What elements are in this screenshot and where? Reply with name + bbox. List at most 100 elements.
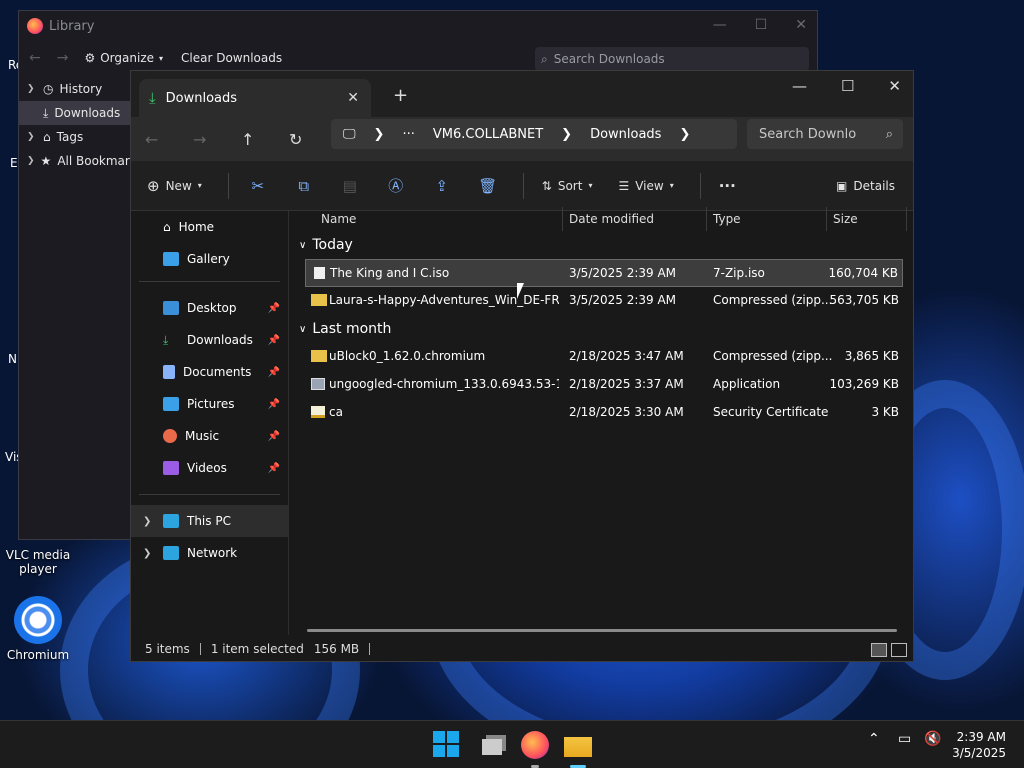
- document-icon: [163, 365, 175, 379]
- chevron-right-icon[interactable]: ❯: [27, 84, 37, 94]
- column-header-date[interactable]: Date modified: [569, 212, 654, 226]
- pin-icon[interactable]: 📌: [268, 367, 280, 378]
- chevron-right-icon[interactable]: ❯: [27, 132, 37, 142]
- search-icon: ⌕: [541, 51, 548, 66]
- nav-item-gallery[interactable]: Gallery: [131, 243, 288, 275]
- maximize-icon[interactable]: ☐: [841, 77, 854, 95]
- details-button[interactable]: ▣ Details: [836, 179, 895, 193]
- horizontal-scrollbar[interactable]: [307, 629, 897, 632]
- minimize-icon[interactable]: —: [792, 77, 807, 95]
- tiles-view-icon[interactable]: [891, 643, 907, 657]
- cut-icon[interactable]: ✂: [247, 177, 269, 195]
- maximize-icon[interactable]: ☐: [755, 17, 768, 33]
- desktop-icon-vlc[interactable]: VLC media player: [0, 548, 76, 576]
- nav-item-network[interactable]: ❯ Network: [131, 537, 288, 569]
- pin-icon[interactable]: 📌: [268, 399, 280, 410]
- pin-icon[interactable]: 📌: [268, 335, 280, 346]
- back-arrow-icon[interactable]: ←: [145, 130, 193, 149]
- nav-item-pictures[interactable]: Pictures 📌: [131, 388, 288, 420]
- volume-icon[interactable]: 🔇: [924, 731, 941, 747]
- nav-item-desktop[interactable]: Desktop 📌: [131, 292, 288, 324]
- paste-icon[interactable]: ▤: [339, 177, 361, 195]
- nav-item-documents[interactable]: Documents 📌: [131, 356, 288, 388]
- certificate-icon: [311, 406, 325, 418]
- chromium-icon: [14, 596, 62, 644]
- status-item-count: 5 items: [145, 642, 190, 656]
- close-tab-icon[interactable]: ✕: [347, 90, 359, 106]
- tab-downloads[interactable]: ⤓ Downloads ✕: [139, 79, 371, 117]
- close-icon[interactable]: ✕: [795, 17, 807, 33]
- clear-downloads-button[interactable]: Clear Downloads: [181, 51, 282, 65]
- library-search-input[interactable]: ⌕ Search Downloads: [535, 47, 809, 71]
- chevron-right-icon[interactable]: ❯: [143, 548, 151, 559]
- table-row[interactable]: ungoogled-chromium_133.0.6943.53-1.1... …: [291, 371, 913, 399]
- nav-item-downloads[interactable]: ⤓ Downloads 📌: [131, 324, 288, 356]
- chevron-up-icon[interactable]: ⌃: [868, 731, 880, 747]
- sidebar-item-history[interactable]: ❯ ◷ History: [19, 77, 131, 101]
- view-button[interactable]: ☰ View ▾: [618, 179, 673, 193]
- file-explorer-icon[interactable]: [564, 731, 592, 759]
- share-icon[interactable]: ⇪: [431, 177, 453, 195]
- details-view-icon[interactable]: [871, 643, 887, 657]
- table-row[interactable]: The King and I C.iso 3/5/2025 2:39 AM 7-…: [305, 259, 903, 287]
- column-header-name[interactable]: Name: [321, 212, 356, 226]
- sort-button[interactable]: ⇅ Sort ▾: [542, 179, 593, 193]
- desktop-icon-chromium[interactable]: Chromium: [0, 596, 76, 662]
- back-arrow-icon[interactable]: ←: [29, 50, 41, 66]
- chevron-right-icon[interactable]: ❯: [143, 516, 151, 527]
- column-header-type[interactable]: Type: [713, 212, 741, 226]
- column-header-size[interactable]: Size: [833, 212, 858, 226]
- delete-icon[interactable]: 🗑: [477, 177, 499, 195]
- file-date: 2/18/2025 3:37 AM: [569, 377, 684, 391]
- chevron-right-icon[interactable]: ❯: [374, 127, 385, 142]
- forward-arrow-icon[interactable]: →: [57, 50, 69, 66]
- address-bar[interactable]: 🖵 ❯ ··· VM6.COLLABNET ❯ Downloads ❯: [331, 119, 737, 149]
- organize-button[interactable]: ⚙ Organize ▾: [84, 51, 163, 65]
- pin-icon[interactable]: 📌: [268, 431, 280, 442]
- new-tab-icon[interactable]: +: [393, 85, 408, 106]
- nav-item-this-pc[interactable]: ❯ This PC: [131, 505, 288, 537]
- new-button[interactable]: ⊕ New ▾: [147, 177, 202, 195]
- chevron-right-icon[interactable]: ❯: [679, 127, 690, 142]
- group-header[interactable]: ∨ Today: [291, 231, 913, 259]
- application-icon: [311, 378, 325, 390]
- breadcrumb-host[interactable]: VM6.COLLABNET: [433, 127, 543, 142]
- rename-icon[interactable]: Ⓐ: [385, 175, 407, 196]
- pin-icon[interactable]: 📌: [268, 463, 280, 474]
- task-view-icon[interactable]: [478, 731, 506, 759]
- table-row[interactable]: uBlock0_1.62.0.chromium 2/18/2025 3:47 A…: [291, 343, 913, 371]
- network-icon: [163, 546, 179, 560]
- nav-item-label: Downloads: [187, 333, 253, 347]
- minimize-icon[interactable]: —: [713, 17, 727, 33]
- table-row[interactable]: Laura-s-Happy-Adventures_Win_DE-FR-... 3…: [291, 287, 913, 315]
- clock[interactable]: 2:39 AM 3/5/2025: [952, 729, 1006, 761]
- chevron-right-icon[interactable]: ❯: [27, 156, 35, 166]
- desktop-label-partial: N: [8, 352, 17, 366]
- search-input[interactable]: Search Downloads ⌕: [747, 119, 903, 149]
- copy-icon[interactable]: ⧉: [293, 177, 315, 195]
- up-arrow-icon[interactable]: ↑: [241, 130, 289, 149]
- new-label: New: [165, 178, 192, 193]
- nav-item-music[interactable]: Music 📌: [131, 420, 288, 452]
- breadcrumb-ellipsis[interactable]: ···: [402, 127, 414, 142]
- windows-start-icon[interactable]: [433, 731, 461, 759]
- firefox-icon[interactable]: [521, 731, 549, 759]
- pin-icon[interactable]: 📌: [268, 303, 280, 314]
- sidebar-item-downloads[interactable]: ⤓ Downloads: [19, 101, 131, 125]
- refresh-icon[interactable]: ↻: [289, 130, 337, 149]
- more-options-button[interactable]: ···: [719, 177, 736, 195]
- group-header[interactable]: ∨ Last month: [291, 315, 913, 343]
- sidebar-item-tags[interactable]: ❯ ⌂ Tags: [19, 125, 131, 149]
- computer-icon: 🖵: [343, 126, 356, 142]
- gallery-icon: [163, 252, 179, 266]
- close-icon[interactable]: ✕: [888, 77, 901, 95]
- chevron-right-icon[interactable]: ❯: [561, 127, 572, 142]
- sidebar-item-all-bookmarks[interactable]: ❯ ★ All Bookmarks: [19, 149, 131, 173]
- forward-arrow-icon[interactable]: →: [193, 130, 241, 149]
- network-icon[interactable]: ▭: [898, 731, 911, 747]
- table-row[interactable]: ca 2/18/2025 3:30 AM Security Certificat…: [291, 399, 913, 427]
- nav-item-home[interactable]: ⌂ Home: [131, 211, 288, 243]
- breadcrumb-folder[interactable]: Downloads: [590, 127, 661, 142]
- taskbar: ⌃ ▭ 🔇 2:39 AM 3/5/2025: [0, 720, 1024, 768]
- nav-item-videos[interactable]: Videos 📌: [131, 452, 288, 484]
